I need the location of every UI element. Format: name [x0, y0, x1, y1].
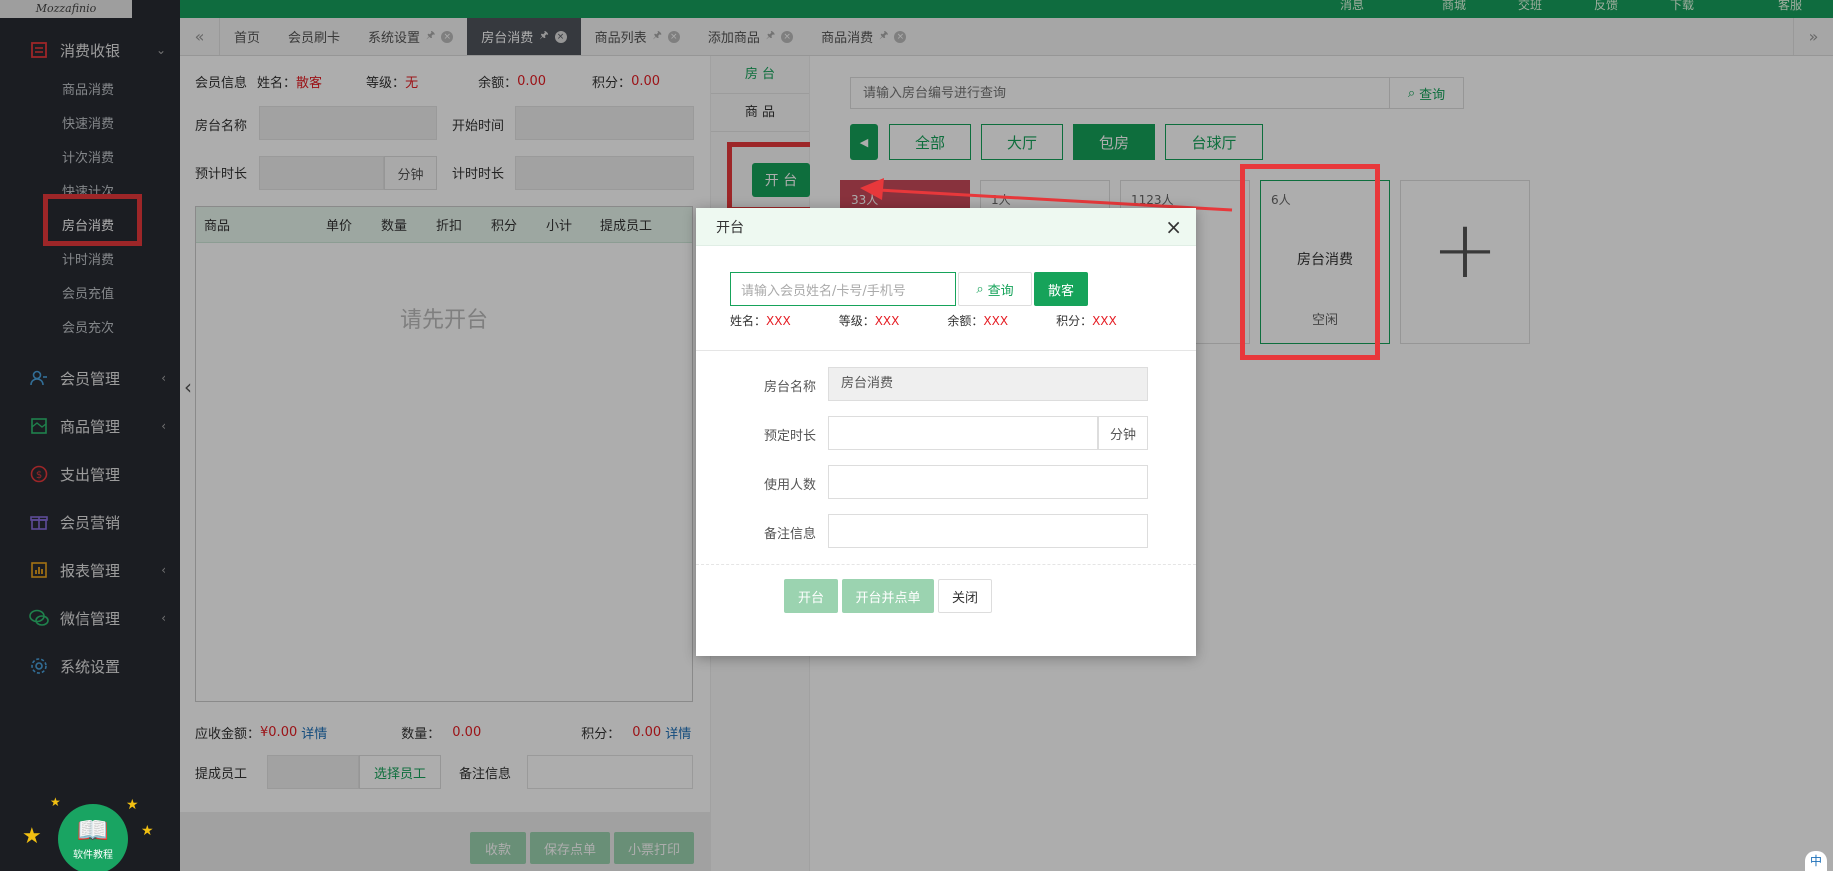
dialog-divider: [696, 564, 1196, 565]
dialog-balance-label: 余额：: [947, 314, 984, 328]
dialog-header: 开台 ×: [696, 208, 1196, 246]
people-count-label: 使用人数: [763, 478, 816, 493]
dialog-title: 开台: [716, 219, 744, 236]
room-name-field: 房台消费: [828, 367, 1148, 401]
minute-unit: 分钟: [1098, 416, 1148, 450]
dialog-divider: [696, 350, 1196, 351]
dialog-points-value: XXX: [1092, 313, 1117, 328]
member-search-button-label: 查询: [987, 283, 1014, 299]
dialog-level-label: 等级：: [838, 314, 875, 328]
dialog-level-value: XXX: [874, 313, 900, 328]
dialog-name-label: 姓名：: [730, 314, 767, 328]
tutorial-button[interactable]: 📖 软件教程: [58, 804, 128, 871]
reserve-duration-input[interactable]: [828, 416, 1098, 450]
guest-button[interactable]: 散客: [1034, 272, 1088, 306]
member-search-button[interactable]: ⌕ 查询: [958, 272, 1032, 306]
star-icon: ★: [141, 823, 154, 839]
book-icon: 📖: [76, 816, 110, 846]
close-button[interactable]: 关闭: [938, 579, 992, 613]
member-search-input[interactable]: 请输入会员姓名/卡号/手机号: [730, 272, 956, 306]
dialog-balance-value: XXX: [983, 313, 1009, 328]
ime-indicator[interactable]: 中: [1805, 851, 1827, 871]
search-icon: ⌕: [976, 281, 984, 297]
dialog-member-info: 姓名： XXX 等级： XXX 余额： XXX 积分： XXX: [730, 312, 1117, 329]
dialog-points-label: 积分：: [1056, 314, 1093, 328]
people-count-input[interactable]: [828, 465, 1148, 499]
star-icon: ★: [50, 795, 61, 809]
dialog-remark-input[interactable]: [828, 514, 1148, 548]
reserve-duration-label: 预定时长: [763, 429, 816, 444]
dialog-name-value: XXX: [766, 313, 791, 328]
star-icon: ★: [126, 797, 139, 813]
close-icon[interactable]: ×: [1165, 215, 1182, 239]
dialog-remark-label: 备注信息: [763, 527, 816, 542]
open-button[interactable]: 开台: [784, 579, 838, 613]
tutorial-label: 软件教程: [73, 850, 113, 861]
room-name-label: 房台名称: [763, 380, 816, 395]
star-icon: ★: [22, 824, 42, 849]
open-table-dialog: 开台 × 请输入会员姓名/卡号/手机号 ⌕ 查询 散客 姓名： XXX 等级： …: [696, 208, 1196, 656]
open-and-order-button[interactable]: 开台并点单: [842, 579, 934, 613]
